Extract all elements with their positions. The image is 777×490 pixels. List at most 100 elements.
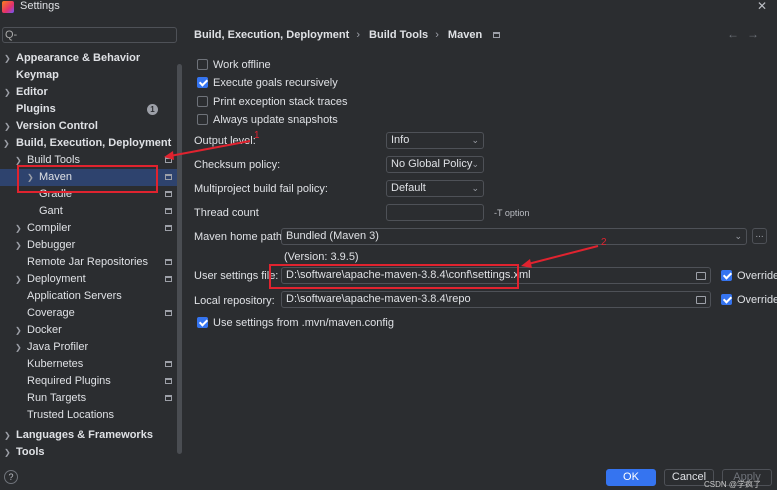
checkbox-box xyxy=(721,269,732,281)
settings-sidebar: Q- ❯ Appearance & Behavior Keymap ❯ Edit… xyxy=(0,24,184,464)
plugins-count-badge: 1 xyxy=(147,104,158,115)
thread-count-label: Thread count xyxy=(194,207,259,219)
annotation-number-2: 2 xyxy=(601,237,607,248)
chevron-right-icon: ❯ xyxy=(15,326,22,335)
sidebar-item-docker[interactable]: ❯ Docker xyxy=(0,322,180,339)
work-offline-checkbox[interactable]: Work offline xyxy=(197,58,271,72)
sidebar-item-appearance[interactable]: ❯ Appearance & Behavior xyxy=(0,50,180,67)
close-icon[interactable]: ✕ xyxy=(757,0,767,13)
checkbox-box xyxy=(197,76,208,88)
maven-home-dropdown[interactable]: Bundled (Maven 3) ⌄ xyxy=(281,228,747,245)
sidebar-item-debugger[interactable]: ❯ Debugger xyxy=(0,237,180,254)
sidebar-item-java-profiler[interactable]: ❯ Java Profiler xyxy=(0,339,180,356)
maven-home-label: Maven home path: xyxy=(194,231,286,243)
project-scope-icon xyxy=(165,395,172,401)
chevron-down-icon: ⌄ xyxy=(471,183,479,193)
sidebar-item-trusted-locations[interactable]: Trusted Locations xyxy=(0,407,180,424)
dialog-footer: ? OK Cancel Apply CSDN @学疯了 xyxy=(0,464,777,490)
checkbox-box xyxy=(197,95,208,107)
use-mvn-config-checkbox[interactable]: Use settings from .mvn/maven.config xyxy=(197,316,394,330)
breadcrumb: Build, Execution, Deployment › Build Too… xyxy=(194,29,504,41)
maven-settings-panel: Build, Execution, Deployment › Build Too… xyxy=(184,24,777,464)
project-scope-icon xyxy=(165,378,172,384)
sidebar-item-languages-frameworks[interactable]: ❯ Languages & Frameworks xyxy=(0,427,180,444)
output-level-dropdown[interactable]: Info ⌄ xyxy=(386,132,484,149)
chevron-down-icon: ❯ xyxy=(3,139,10,148)
checksum-policy-dropdown[interactable]: No Global Policy ⌄ xyxy=(386,156,484,173)
chevron-right-icon: ❯ xyxy=(15,241,22,250)
maven-version-label: (Version: 3.9.5) xyxy=(284,251,359,263)
chevron-right-icon: ❯ xyxy=(4,54,11,63)
thread-count-hint: -T option xyxy=(494,208,530,218)
sidebar-item-remote-jar-repositories[interactable]: Remote Jar Repositories xyxy=(0,254,180,271)
back-arrow-icon[interactable]: ← xyxy=(727,27,747,41)
title-bar: Settings ✕ xyxy=(0,0,777,14)
sidebar-item-tools[interactable]: ❯ Tools xyxy=(0,444,180,461)
local-repository-override-checkbox[interactable]: Override xyxy=(721,293,777,307)
project-scope-icon xyxy=(165,276,172,282)
checksum-policy-label: Checksum policy: xyxy=(194,159,281,171)
sidebar-item-run-targets[interactable]: Run Targets xyxy=(0,390,180,407)
project-scope-icon xyxy=(165,225,172,231)
chevron-right-icon: ❯ xyxy=(15,224,22,233)
project-scope-icon xyxy=(165,361,172,367)
sidebar-item-gant[interactable]: Gant xyxy=(0,203,180,220)
checkbox-box xyxy=(721,293,732,305)
project-scope-icon xyxy=(165,310,172,316)
window-title: Settings xyxy=(20,0,60,12)
settings-search-input[interactable]: Q- xyxy=(2,27,177,43)
ok-button[interactable]: OK xyxy=(606,469,656,486)
help-icon[interactable]: ? xyxy=(4,470,18,484)
sidebar-item-build-execution-deployment[interactable]: ❯ Build, Execution, Deployment xyxy=(0,135,180,152)
folder-icon[interactable] xyxy=(696,272,706,280)
breadcrumb-item[interactable]: Build, Execution, Deployment xyxy=(194,29,349,41)
thread-count-input[interactable] xyxy=(386,204,484,221)
checkbox-box xyxy=(197,113,208,125)
maven-home-browse-button[interactable]: ... xyxy=(752,228,767,244)
intellij-app-icon xyxy=(2,1,14,13)
chevron-down-icon: ⌄ xyxy=(471,135,479,145)
chevron-right-icon: ❯ xyxy=(4,88,11,97)
always-update-snapshots-checkbox[interactable]: Always update snapshots xyxy=(197,113,338,127)
output-level-label: Output level: xyxy=(194,135,256,147)
chevron-right-icon: ❯ xyxy=(4,448,11,457)
sidebar-item-keymap[interactable]: Keymap xyxy=(0,67,180,84)
sidebar-item-coverage[interactable]: Coverage xyxy=(0,305,180,322)
sidebar-item-application-servers[interactable]: Application Servers xyxy=(0,288,180,305)
sidebar-item-compiler[interactable]: ❯ Compiler xyxy=(0,220,180,237)
project-scope-icon xyxy=(165,208,172,214)
forward-arrow-icon[interactable]: → xyxy=(747,27,767,41)
multiproject-fail-policy-dropdown[interactable]: Default ⌄ xyxy=(386,180,484,197)
sidebar-item-kubernetes[interactable]: Kubernetes xyxy=(0,356,180,373)
print-stack-traces-checkbox[interactable]: Print exception stack traces xyxy=(197,95,348,109)
chevron-right-icon: ❯ xyxy=(4,431,11,440)
project-scope-icon xyxy=(165,259,172,265)
navigation-arrows: ←→ xyxy=(727,27,767,41)
chevron-down-icon: ⌄ xyxy=(471,159,479,169)
breadcrumb-item[interactable]: Build Tools xyxy=(369,29,428,41)
local-repository-input[interactable]: D:\software\apache-maven-3.8.4\repo xyxy=(281,291,711,308)
execute-goals-checkbox[interactable]: Execute goals recursively xyxy=(197,76,338,90)
sidebar-item-editor[interactable]: ❯ Editor xyxy=(0,84,180,101)
user-settings-label: User settings file: xyxy=(194,270,279,282)
breadcrumb-separator: › xyxy=(435,29,439,41)
sidebar-item-version-control[interactable]: ❯ Version Control xyxy=(0,118,180,135)
csdn-watermark: CSDN @学疯了 xyxy=(703,480,761,489)
chevron-down-icon: ⌄ xyxy=(734,231,742,241)
annotation-highlight-user-settings xyxy=(269,264,519,289)
project-scope-icon xyxy=(165,157,172,163)
project-scope-icon xyxy=(493,32,501,38)
search-icon: Q- xyxy=(5,29,18,41)
user-settings-override-checkbox[interactable]: Override xyxy=(721,269,777,283)
sidebar-item-required-plugins[interactable]: Required Plugins xyxy=(0,373,180,390)
annotation-highlight-maven xyxy=(17,165,158,193)
checkbox-box xyxy=(197,58,208,70)
sidebar-item-deployment[interactable]: ❯ Deployment xyxy=(0,271,180,288)
folder-icon[interactable] xyxy=(696,296,706,304)
sidebar-scrollbar[interactable] xyxy=(177,64,182,454)
chevron-right-icon: ❯ xyxy=(15,343,22,352)
breadcrumb-item: Maven xyxy=(447,29,483,41)
sidebar-item-plugins[interactable]: Plugins 1 xyxy=(0,101,180,118)
project-scope-icon xyxy=(165,191,172,197)
multiproject-fail-policy-label: Multiproject build fail policy: xyxy=(194,183,328,195)
